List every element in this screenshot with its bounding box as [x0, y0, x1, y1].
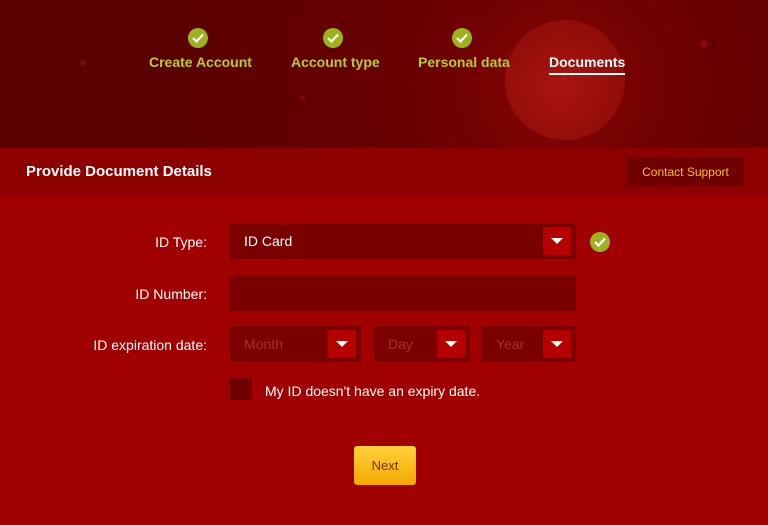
- background-bokeh: [300, 95, 305, 100]
- month-placeholder: Month: [244, 336, 283, 352]
- id-type-label: ID Type:: [155, 234, 207, 250]
- next-button[interactable]: Next: [354, 446, 416, 485]
- valid-checkmark-icon: [590, 232, 610, 252]
- chevron-down-icon[interactable]: [437, 330, 465, 358]
- page-title: Provide Document Details: [26, 163, 212, 180]
- step-account-type: Account type: [291, 28, 380, 70]
- expiry-year-select[interactable]: Year: [482, 326, 576, 362]
- step-documents: Documents: [549, 54, 626, 75]
- id-expiration-label: ID expiration date:: [93, 337, 207, 353]
- chevron-down-icon[interactable]: [543, 227, 571, 255]
- id-number-input[interactable]: [230, 275, 576, 311]
- no-expiry-checkbox[interactable]: [230, 378, 252, 400]
- checkmark-icon: [188, 28, 208, 48]
- chevron-down-icon[interactable]: [543, 330, 571, 358]
- background-bokeh: [80, 60, 86, 66]
- day-placeholder: Day: [388, 336, 413, 352]
- step-label: Account type: [291, 54, 380, 70]
- step-create-account: Create Account: [149, 28, 252, 70]
- id-type-value: ID Card: [244, 233, 293, 249]
- step-label: Personal data: [418, 54, 510, 70]
- contact-support-button[interactable]: Contact Support: [627, 157, 744, 186]
- chevron-down-icon[interactable]: [328, 330, 356, 358]
- expiry-day-select[interactable]: Day: [374, 326, 470, 362]
- section-header: Provide Document Details Contact Support: [0, 148, 768, 195]
- step-label: Documents: [549, 54, 626, 75]
- id-number-label: ID Number:: [135, 286, 207, 302]
- background-bokeh: [505, 20, 625, 140]
- expiry-month-select[interactable]: Month: [230, 326, 361, 362]
- progress-steps: Create Account Account type Personal dat…: [0, 0, 768, 148]
- checkmark-icon: [323, 28, 343, 48]
- no-expiry-label[interactable]: My ID doesn't have an expiry date.: [265, 383, 480, 399]
- background-bokeh: [700, 40, 708, 48]
- year-placeholder: Year: [496, 336, 525, 352]
- id-type-select[interactable]: ID Card: [230, 223, 576, 259]
- step-personal-data: Personal data: [418, 28, 510, 70]
- step-label: Create Account: [149, 54, 252, 70]
- checkmark-icon: [452, 28, 472, 48]
